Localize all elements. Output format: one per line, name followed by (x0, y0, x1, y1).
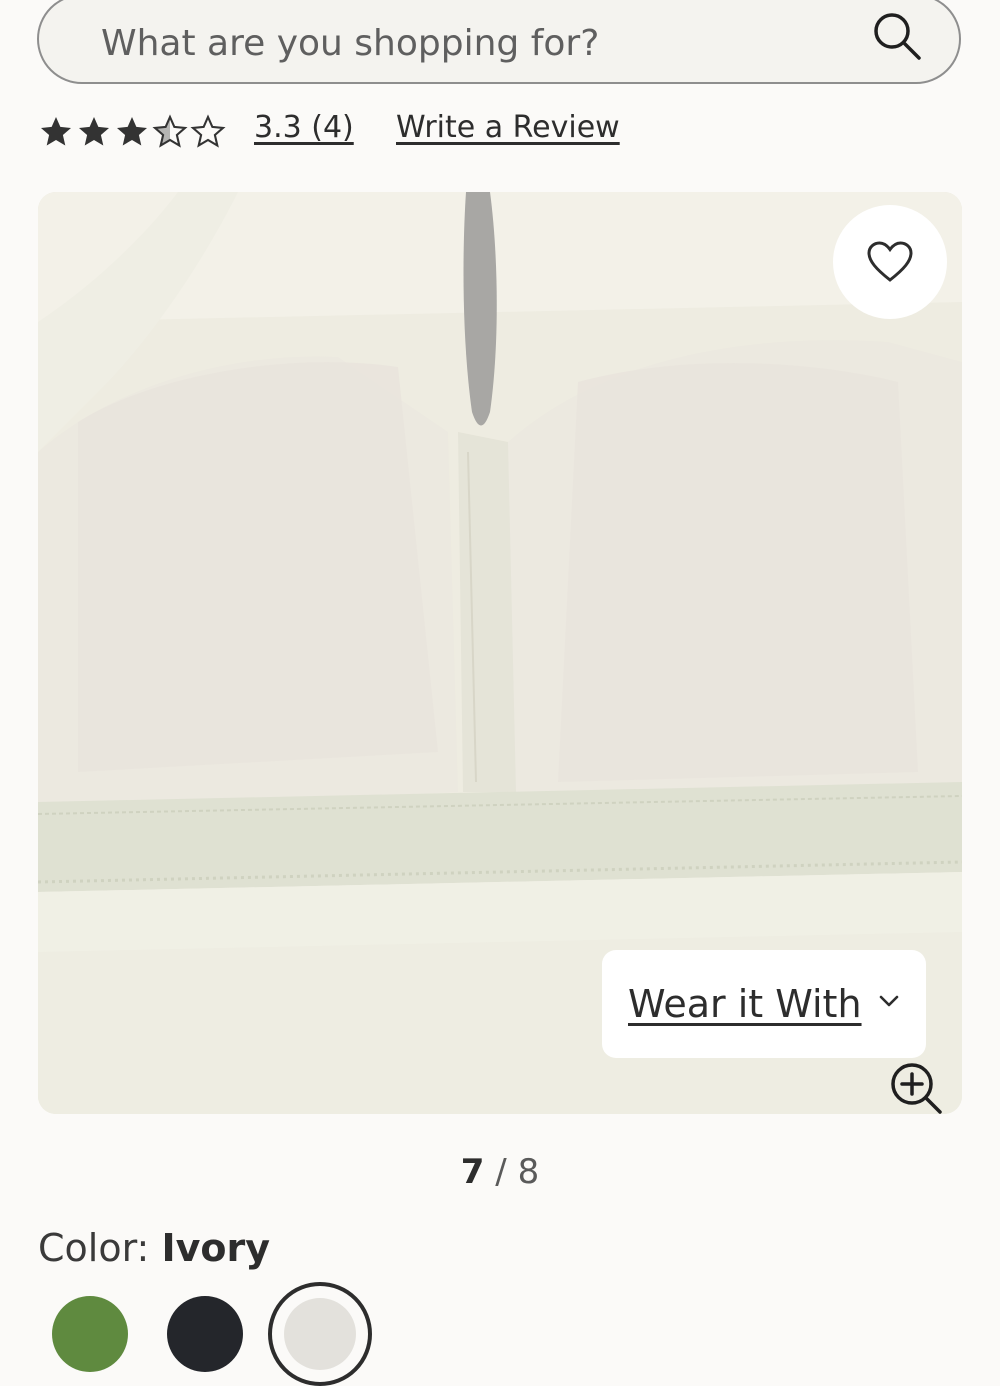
image-pager: 7 / 8 (0, 1152, 1000, 1192)
search-bar[interactable] (37, 0, 961, 84)
product-image-gallery[interactable]: Wear it With (38, 192, 962, 1114)
rating-row: 3.3 (4) Write a Review (38, 104, 962, 154)
favorite-button[interactable] (833, 205, 947, 319)
color-label-text: Color: (38, 1226, 150, 1270)
search-icon[interactable] (871, 10, 923, 62)
swatch-green[interactable] (52, 1296, 128, 1372)
star-icon (79, 117, 109, 146)
chevron-down-icon (879, 995, 899, 1007)
zoom-in-icon[interactable] (888, 1060, 944, 1114)
rating-summary-link[interactable]: 3.3 (4) (254, 110, 354, 145)
pager-separator: / (495, 1152, 507, 1192)
star-icon (117, 117, 147, 146)
star-icon (152, 114, 188, 148)
search-input[interactable] (99, 16, 863, 70)
swatch-black[interactable] (167, 1296, 243, 1372)
color-value: Ivory (161, 1226, 270, 1270)
swatch-ivory[interactable] (284, 1298, 356, 1370)
color-label: Color: Ivory (38, 1226, 270, 1270)
wear-it-with-button[interactable]: Wear it With (602, 950, 926, 1058)
star-icon (190, 114, 226, 148)
wear-it-with-label: Wear it With (628, 982, 862, 1026)
pager-current: 7 (460, 1152, 485, 1192)
star-icon (41, 117, 71, 146)
pager-total: 8 (517, 1152, 540, 1192)
star-rating (38, 114, 233, 150)
write-review-link[interactable]: Write a Review (396, 110, 620, 145)
heart-icon (867, 241, 913, 282)
